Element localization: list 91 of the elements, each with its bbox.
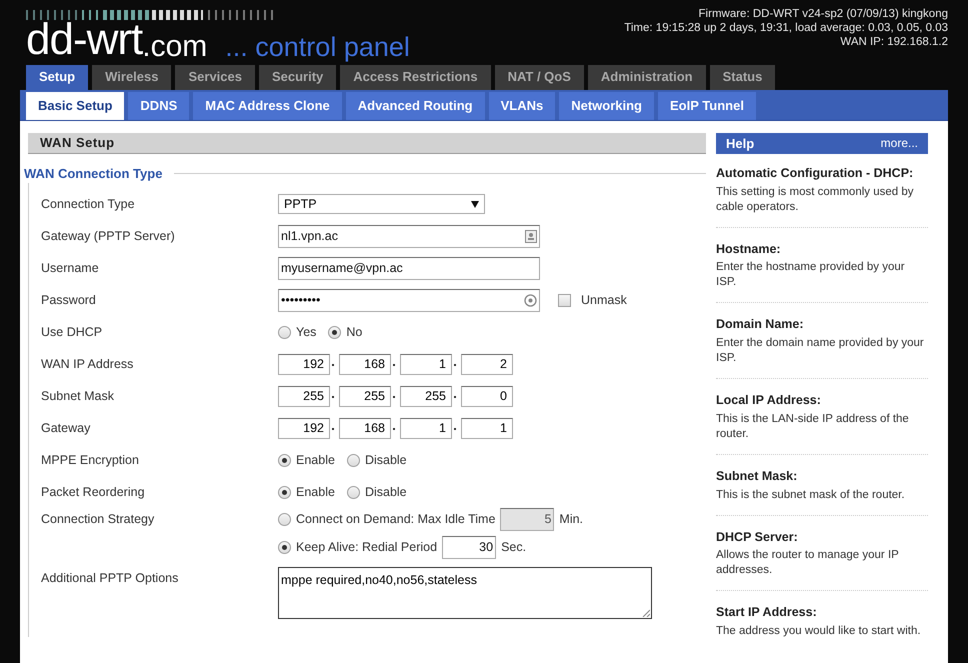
nav-tab[interactable]: NAT / QoS	[494, 64, 584, 90]
radio-button[interactable]	[346, 486, 360, 499]
radio-label: Connect on Demand: Max Idle Time	[296, 511, 496, 528]
nav-tab[interactable]: Administration	[588, 64, 706, 90]
ip-octet-field[interactable]: 1	[461, 418, 513, 439]
help-item-title: Local IP Address:	[716, 392, 822, 409]
input-field[interactable]: 30	[442, 536, 496, 560]
field-label: Subnet Mask	[41, 388, 115, 405]
input-field[interactable]: nl1.vpn.ac	[278, 224, 540, 248]
ip-octet-field[interactable]: 192	[278, 418, 330, 439]
sub-tab[interactable]: MAC Address Clone	[193, 92, 342, 120]
help-item-title: DHCP Server:	[716, 528, 799, 546]
sub-tab[interactable]: DDNS	[128, 92, 190, 120]
unit-label: Min.	[559, 511, 584, 528]
field-label: Packet Reordering	[41, 484, 146, 501]
sub-tab[interactable]: VLANs	[488, 92, 556, 120]
radio-button[interactable]	[278, 326, 291, 339]
password-field[interactable]: •••••••••	[278, 288, 540, 312]
radio-label: Keep Alive: Redial Period	[296, 539, 438, 556]
unit-label: Sec.	[501, 539, 526, 556]
help-item-title: Automatic Configuration - DHCP:	[716, 164, 914, 182]
field-label: Use DHCP	[41, 324, 104, 341]
ip-octet-field[interactable]: 168	[339, 354, 391, 375]
status-info-text: Firmware: DD-WRT v24-sp2 (07/09/13) kingkong	[698, 7, 948, 21]
logo: dd-wrt.com	[26, 18, 208, 62]
radio-button[interactable]	[328, 326, 342, 339]
nav-tab[interactable]: Access Restrictions	[340, 64, 491, 90]
input-field[interactable]: myusername@vpn.ac	[278, 256, 540, 280]
nav-tab[interactable]: Security	[258, 64, 336, 90]
checkbox[interactable]	[558, 294, 571, 307]
text-area[interactable]: mppe required,no40,no56,stateless	[278, 567, 652, 620]
checkbox-label: Unmask	[581, 292, 627, 309]
logo-tagline: ... control panel	[225, 34, 410, 62]
help-title: Help	[726, 134, 754, 153]
help-item-title: Hostname:	[716, 240, 782, 258]
status-info-text: WAN IP: 192.168.1.2	[840, 35, 948, 49]
radio-label: Yes	[296, 324, 316, 341]
radio-button[interactable]	[278, 454, 291, 467]
field-label: Gateway	[41, 420, 92, 437]
nav-tab[interactable]: Setup	[26, 64, 88, 90]
help-item-text: This setting is most commonly used by cable operators.	[716, 184, 914, 214]
help-item-text: Enter the domain name provided by your ISP.	[716, 336, 925, 366]
ip-octet-field[interactable]: 2	[461, 354, 513, 375]
sub-tab[interactable]: EoIP Tunnel	[658, 92, 756, 120]
sub-tab[interactable]: Networking	[559, 92, 654, 120]
radio-button[interactable]	[346, 454, 360, 467]
radio-label: Disable	[364, 452, 407, 469]
contact-card-icon	[525, 230, 537, 243]
nav-tab[interactable]: Status	[710, 64, 776, 90]
field-label: WAN IP Address	[41, 356, 134, 373]
field-label: Gateway (PPTP Server)	[41, 228, 176, 245]
help-item-text: The address you would like to start with.	[716, 624, 922, 639]
ip-octet-field[interactable]: 1	[400, 354, 452, 375]
field-label: Connection Type	[41, 196, 136, 213]
ip-octet-field[interactable]: 0	[461, 386, 513, 407]
section-header: WAN Setup	[28, 132, 706, 154]
radio-label: No	[346, 324, 362, 341]
help-item-title: Subnet Mask:	[716, 468, 798, 485]
help-item-text: Enter the hostname provided by your ISP.	[716, 260, 906, 290]
nav-tab[interactable]: Services	[175, 64, 255, 90]
nav-tab[interactable]: Wireless	[92, 64, 172, 90]
dropdown-arrow-icon	[471, 200, 479, 208]
status-info-text: Time: 19:15:28 up 2 days, 19:31, load average: 0.03, 0.05, 0.03	[624, 21, 948, 35]
radio-label: Disable	[364, 484, 407, 501]
help-item-title: Domain Name:	[716, 316, 805, 334]
radio-button[interactable]	[278, 541, 291, 554]
help-item-title: Start IP Address:	[716, 604, 818, 622]
help-item-text: Allows the router to manage your IP addresses.	[716, 548, 900, 578]
sub-tab[interactable]: Advanced Routing	[346, 92, 485, 120]
radio-button[interactable]	[278, 486, 291, 499]
more-link[interactable]: more...	[880, 134, 918, 152]
reveal-icon[interactable]	[524, 294, 537, 307]
help-item-text: This is the LAN-side IP address of the router.	[716, 412, 910, 442]
ip-octet-field[interactable]: 255	[278, 386, 330, 407]
sub-tab[interactable]: Basic Setup	[26, 92, 124, 120]
dropdown[interactable]: PPTP	[278, 194, 485, 214]
help-item-text: This is the subnet mask of the router.	[716, 488, 906, 502]
group-title: WAN Connection Type	[24, 164, 162, 183]
field-label: MPPE Encryption	[41, 452, 140, 469]
ip-octet-field[interactable]: 168	[339, 418, 391, 439]
ip-octet-field[interactable]: 192	[278, 354, 330, 375]
ip-octet-field[interactable]: 255	[400, 386, 452, 407]
field-label: Username	[41, 260, 100, 277]
radio-label: Enable	[296, 484, 335, 501]
field-label: Password	[41, 292, 97, 309]
radio-label: Enable	[296, 452, 335, 469]
ip-octet-field[interactable]: 1	[400, 418, 452, 439]
field-label: Connection Strategy	[41, 511, 156, 528]
field-label: Additional PPTP Options	[41, 570, 180, 588]
ip-octet-field[interactable]: 255	[339, 386, 391, 407]
resize-grip-icon	[642, 609, 650, 618]
